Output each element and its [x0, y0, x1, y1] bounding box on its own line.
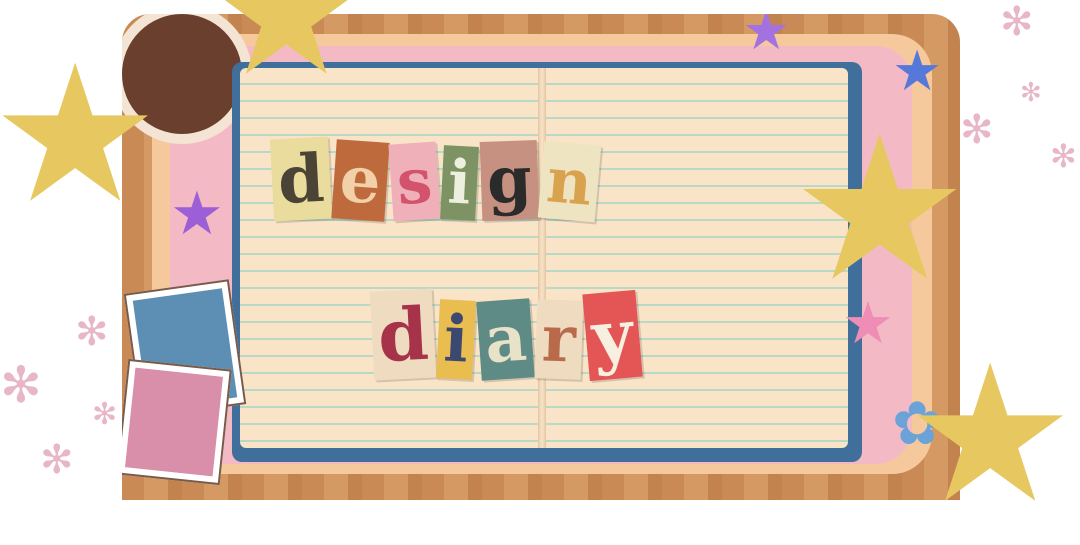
title-line-2: d i a r y diary	[369, 288, 643, 382]
snowflake-sparkle-icon: ✻	[40, 437, 74, 483]
title-line-1: d e s i g n design	[269, 136, 602, 223]
purple-star-icon: ★	[742, 14, 791, 62]
snowflake-sparkle-icon: ✻	[0, 356, 42, 414]
snowflake-sparkle-icon: ✻	[1050, 137, 1077, 175]
gold-star-icon: ★	[210, 0, 363, 114]
snowflake-sparkle-icon: ✻	[75, 309, 109, 355]
cutout-letter: y	[582, 289, 643, 382]
notebook-left-page	[240, 68, 542, 448]
snowflake-sparkle-icon: ✻	[1000, 0, 1034, 45]
cutout-letter: i	[439, 145, 479, 221]
gold-star-icon: ★	[790, 93, 970, 326]
gold-star-icon: ★	[0, 24, 161, 245]
banner-scene: ★ ★ ★ ★ ✿ d e s i g n design d i a r y d…	[0, 0, 1080, 530]
cutout-letter: d	[269, 136, 333, 222]
blue-star-icon: ★	[892, 39, 943, 104]
snowflake-sparkle-icon: ✻	[92, 397, 118, 432]
purple-star-icon: ★	[170, 179, 224, 249]
cutout-letter: r	[534, 299, 584, 380]
cutout-letter: n	[538, 140, 602, 223]
cutout-letter: s	[388, 141, 441, 222]
snowflake-sparkle-icon: ✻	[960, 107, 994, 153]
cutout-letter: e	[331, 139, 390, 222]
polaroid-photo-icon	[122, 358, 232, 486]
snowflake-sparkle-icon: ✻	[1020, 78, 1042, 108]
cutout-letter: a	[475, 298, 535, 381]
cutout-letter: g	[479, 140, 539, 221]
cutout-letter: i	[436, 299, 477, 380]
notebook-spine	[538, 68, 546, 448]
cutout-letter: d	[369, 288, 437, 381]
gold-star-icon: ★	[905, 324, 1076, 545]
